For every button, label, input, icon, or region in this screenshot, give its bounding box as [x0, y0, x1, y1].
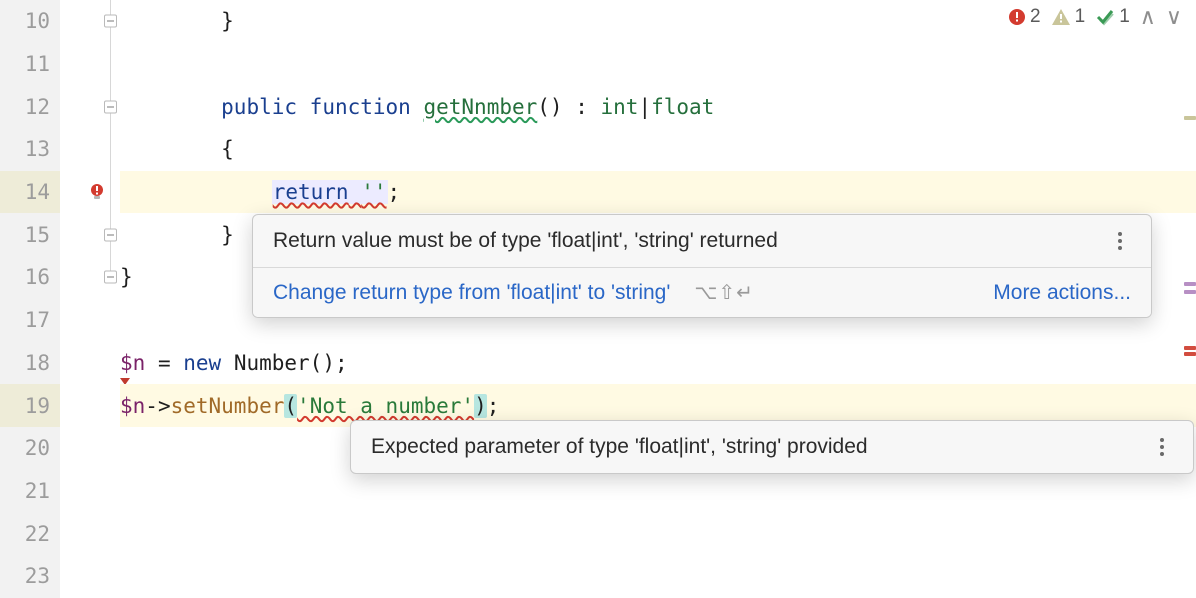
margin-marker-info[interactable]	[1184, 282, 1196, 286]
fold-handle-icon[interactable]	[104, 100, 117, 113]
line-number: 18	[0, 342, 60, 385]
function-name: getNnmber	[423, 95, 537, 119]
type-int: int	[601, 95, 639, 119]
pass-count[interactable]: 1	[1095, 6, 1130, 28]
line-number: 13	[0, 128, 60, 171]
line-number: 21	[0, 470, 60, 513]
line-number: 20	[0, 427, 60, 470]
paren-open: (	[284, 394, 297, 418]
checkmark-icon	[1095, 8, 1115, 26]
string-literal: ''	[361, 180, 386, 204]
error-icon	[1008, 8, 1026, 26]
popup-message-row: Expected parameter of type 'float|int', …	[351, 421, 1193, 473]
code-line[interactable]: 13 {	[0, 128, 1196, 171]
variable: $n	[120, 351, 145, 375]
code-line-highlighted[interactable]: 14 return '';	[0, 171, 1196, 214]
warning-count-value: 1	[1075, 6, 1086, 28]
method-name: setNumber	[171, 394, 285, 418]
variable: $n	[120, 394, 145, 418]
chevron-up-icon[interactable]: ∧	[1140, 6, 1156, 28]
brace: {	[221, 137, 234, 161]
error-count[interactable]: 2	[1008, 6, 1041, 28]
error-bulb-icon[interactable]	[88, 183, 106, 201]
keyword-public: public	[221, 95, 297, 119]
margin-marker-info[interactable]	[1184, 290, 1196, 294]
fold-handle-icon[interactable]	[104, 271, 117, 284]
line-number: 16	[0, 256, 60, 299]
error-stripe-margin[interactable]	[1184, 0, 1196, 598]
fold-handle-icon[interactable]	[104, 228, 117, 241]
line-number: 15	[0, 213, 60, 256]
code-content[interactable]: public function getNnmber() : int|float	[120, 85, 1196, 128]
kebab-menu-icon[interactable]	[1151, 436, 1173, 458]
line-number: 12	[0, 85, 60, 128]
brace: }	[221, 9, 234, 33]
popup-actions-row: Change return type from 'float|int' to '…	[253, 268, 1151, 317]
error-count-value: 2	[1030, 6, 1041, 28]
inspection-popup: Return value must be of type 'float|int'…	[252, 214, 1152, 318]
popup-message: Return value must be of type 'float|int'…	[273, 229, 778, 253]
line-number: 19	[0, 384, 60, 427]
paren-close: )	[474, 394, 487, 418]
class-name: Number();	[221, 351, 347, 375]
line-number: 10	[0, 0, 60, 43]
code-content[interactable]: return '';	[120, 171, 1196, 214]
popup-message: Expected parameter of type 'float|int', …	[371, 435, 868, 459]
warning-count[interactable]: 1	[1051, 6, 1086, 28]
line-number: 17	[0, 299, 60, 342]
line-number: 22	[0, 512, 60, 555]
inspection-status-bar[interactable]: 2 1 1 ∧ ∨	[1008, 6, 1182, 28]
inspection-popup: Expected parameter of type 'float|int', …	[350, 420, 1194, 474]
chevron-down-icon[interactable]: ∨	[1166, 6, 1182, 28]
margin-marker-error[interactable]	[1184, 346, 1196, 350]
shortcut-hint: ⌥⇧↵	[694, 280, 754, 305]
more-actions-link[interactable]: More actions...	[993, 281, 1131, 305]
margin-marker-warning[interactable]	[1184, 116, 1196, 120]
fold-handle-icon[interactable]	[104, 15, 117, 28]
fold-gutter	[60, 0, 120, 43]
margin-marker-error[interactable]	[1184, 352, 1196, 356]
brace: }	[120, 265, 133, 289]
warning-icon	[1051, 8, 1071, 26]
popup-message-row: Return value must be of type 'float|int'…	[253, 215, 1151, 267]
pass-count-value: 1	[1119, 6, 1130, 28]
line-number: 23	[0, 555, 60, 598]
brace: }	[221, 223, 234, 247]
keyword-return: return	[273, 180, 349, 204]
keyword-function: function	[310, 95, 411, 119]
code-line[interactable]: 18 $n = new Number();	[0, 342, 1196, 385]
code-line[interactable]: 11	[0, 43, 1196, 86]
line-number: 11	[0, 43, 60, 86]
line-number: 14	[0, 171, 60, 214]
string-argument: 'Not a number'	[297, 394, 474, 418]
code-content[interactable]: $n = new Number();	[120, 342, 1196, 385]
quickfix-action[interactable]: Change return type from 'float|int' to '…	[273, 281, 670, 305]
code-line[interactable]: 12 public function getNnmber() : int|flo…	[0, 85, 1196, 128]
keyword-new: new	[183, 351, 221, 375]
code-editor: 10 } 11 12 public function getNnmber() :…	[0, 0, 1196, 598]
kebab-menu-icon[interactable]	[1109, 230, 1131, 252]
type-float: float	[651, 95, 714, 119]
